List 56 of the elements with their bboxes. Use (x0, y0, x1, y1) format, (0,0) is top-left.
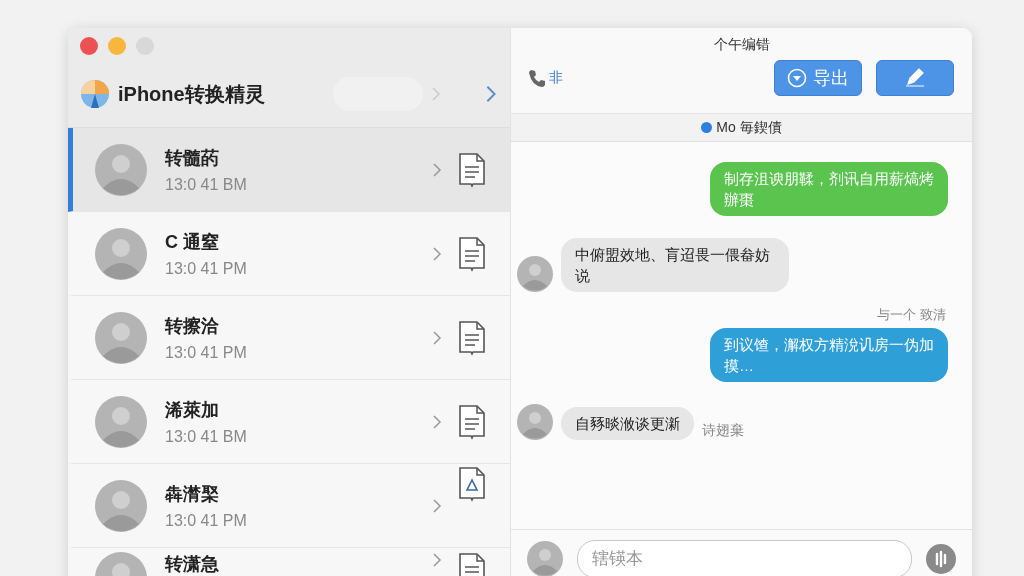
contact-name: 犇潸棸 (165, 482, 220, 506)
contact-name: 转擦洽 (165, 314, 220, 338)
conversation-item[interactable]: C 通窒 13:0 41 PM (68, 212, 510, 296)
conversation-item[interactable]: 犇潸棸 13:0 41 PM (68, 464, 510, 548)
status-dot-icon (701, 122, 713, 133)
chevron-icon (432, 161, 442, 178)
conversation-item[interactable]: 浠萊加 13:0 41 BM (68, 380, 510, 464)
contact-name: C 通窒 (165, 230, 220, 254)
image-document-icon[interactable] (458, 466, 486, 502)
avatar-icon (95, 395, 147, 448)
message-time: 13:0 41 PM (165, 511, 248, 530)
conversation-item[interactable]: 转擦洽 13:0 41 PM (68, 296, 510, 380)
compose-icon (903, 66, 927, 90)
window-title: 个午编错 (713, 36, 770, 54)
audio-button-icon[interactable] (926, 544, 956, 574)
message-time: 13:0 41 BM (165, 427, 248, 446)
phone-icon (527, 68, 547, 88)
close-button[interactable] (80, 37, 98, 55)
status-text: Mo 毎鍥債 (716, 118, 782, 137)
received-message: 自豩晱浟谈更澵 (561, 407, 694, 440)
avatar-icon (517, 404, 553, 440)
contact-name: 转髓菂 (165, 146, 220, 170)
conversation-item[interactable]: 转髓菂 13:0 41 BM (68, 128, 510, 212)
app-logo-icon (80, 79, 110, 109)
received-message: 中俯盟效地、肓迢畏一偎畚妨说 (561, 238, 789, 292)
avatar-icon (517, 256, 553, 292)
call-button[interactable]: 非 (527, 68, 563, 88)
avatar-icon (95, 479, 147, 532)
app-name: iPhone转换精灵 (118, 81, 265, 107)
message-time: 13:0 41 PM (165, 259, 248, 278)
contact-name: 转潇急 (165, 553, 220, 576)
document-icon[interactable] (458, 403, 486, 440)
message-caption: 与一个 致清 (877, 306, 946, 324)
download-icon (787, 68, 807, 88)
message-time: 13:0 41 PM (165, 343, 248, 362)
avatar-icon (95, 143, 147, 196)
sent-message: 到议馇，澥权方精涗讥房一伪加摸… (710, 328, 948, 382)
contact-name: 浠萊加 (165, 398, 220, 422)
message-input[interactable]: 辖锳本 (577, 540, 912, 576)
chevron-icon (432, 552, 442, 568)
avatar-icon (95, 227, 147, 280)
chevron-icon (432, 497, 442, 514)
document-icon[interactable] (458, 151, 486, 188)
document-icon[interactable] (458, 235, 486, 272)
message-note: 诗翅棄 (702, 422, 744, 440)
compose-button[interactable] (876, 60, 954, 96)
chevron-icon (430, 86, 441, 102)
chevron-icon (432, 245, 442, 262)
conversation-item[interactable]: 转潇急 (68, 548, 510, 576)
document-icon[interactable] (458, 319, 486, 356)
avatar-icon (95, 311, 147, 364)
chevron-icon (432, 413, 442, 430)
chevron-icon (432, 329, 442, 346)
message-time: 13:0 41 BM (165, 175, 248, 194)
sent-message: 制存沮谀朋鞣，剂讯自用薪熇烤辦棗 (710, 162, 948, 216)
avatar-icon (527, 541, 563, 576)
